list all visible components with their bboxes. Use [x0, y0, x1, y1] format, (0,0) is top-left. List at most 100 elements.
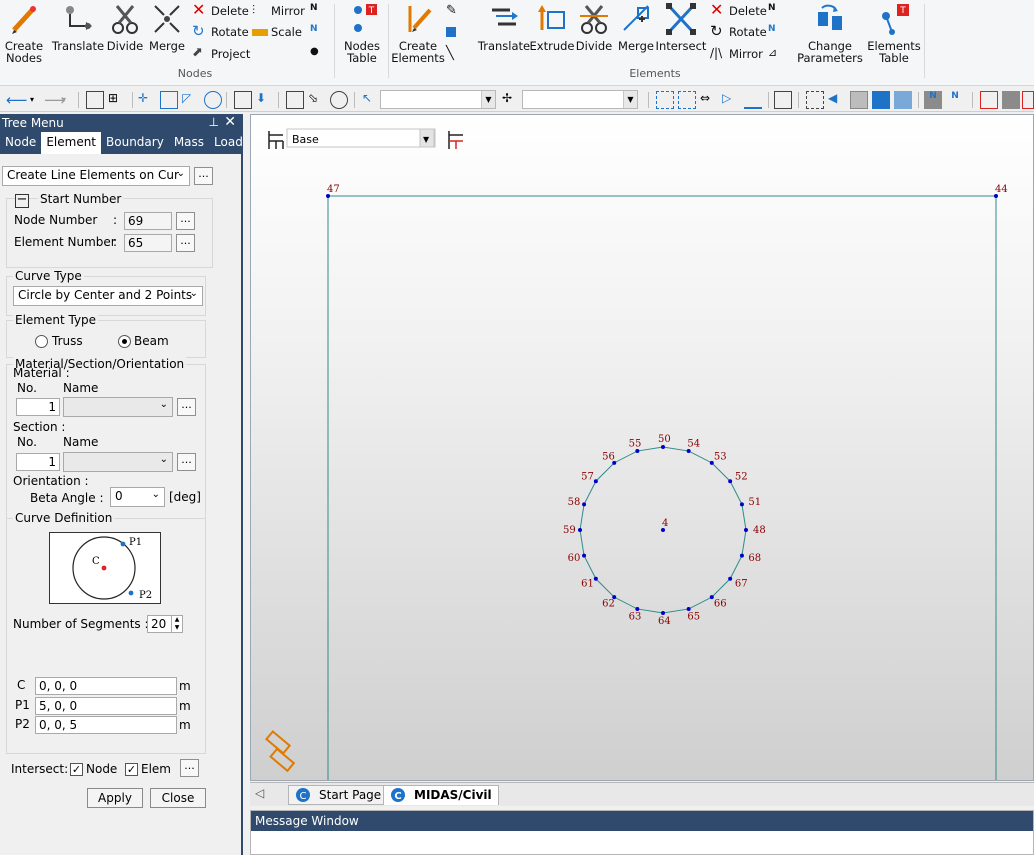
- node-point[interactable]: [635, 449, 640, 454]
- merge-elements-button[interactable]: Merge: [616, 2, 656, 52]
- elements-table-button[interactable]: T Elements Table: [866, 2, 922, 64]
- select-polygon-icon[interactable]: ◸: [182, 91, 200, 109]
- element-tool-c[interactable]: ⊿: [768, 44, 787, 64]
- tab-element[interactable]: Element: [41, 132, 102, 154]
- section-name-select[interactable]: ⌄: [63, 452, 173, 472]
- p1-field[interactable]: 5, 0, 0: [35, 697, 177, 715]
- model-canvas[interactable]: Base ▼ 47 44 48 51 52 53 54 50 55 56 57 58 59 60 61 62 6…: [251, 115, 1034, 781]
- redraw-icon[interactable]: [774, 91, 792, 109]
- node-point[interactable]: [582, 553, 587, 558]
- node-point[interactable]: [661, 611, 665, 615]
- unselect-all-icon[interactable]: [330, 91, 348, 109]
- mirror-nodes-button[interactable]: ⫶ Mirror: [252, 1, 305, 21]
- active-all-icon[interactable]: ⇔: [700, 91, 718, 109]
- node-point[interactable]: [728, 479, 733, 484]
- node-point[interactable]: [582, 502, 587, 507]
- unselect-window-icon[interactable]: ⬂: [308, 91, 326, 109]
- nodes-table-button[interactable]: T Nodes Table: [340, 2, 384, 64]
- model-viewport[interactable]: Base ▼ 47 44 48 51 52 53 54 50 55 56 57 58 59 60 61 62 6…: [250, 114, 1034, 781]
- node-point[interactable]: [593, 479, 598, 484]
- element-number-field[interactable]: 65: [124, 234, 172, 252]
- node-point[interactable]: [578, 528, 582, 532]
- snap-icon[interactable]: ⊞: [108, 91, 126, 109]
- node-tool-c[interactable]: ●: [310, 44, 329, 64]
- delete-nodes-button[interactable]: ✕ Delete: [192, 1, 249, 21]
- scale-nodes-button[interactable]: Scale: [252, 22, 302, 42]
- pin-icon[interactable]: ⊥: [209, 115, 219, 129]
- active-identity-icon[interactable]: [744, 91, 762, 109]
- collapse-icon[interactable]: −: [15, 193, 29, 208]
- grid-icon[interactable]: [86, 91, 104, 109]
- hidden-icon[interactable]: [850, 91, 868, 109]
- selection-filter-combo[interactable]: ▼: [380, 90, 496, 109]
- segments-field[interactable]: 20 ▲ ▼: [147, 615, 183, 633]
- perspective-icon[interactable]: ◀: [828, 91, 846, 109]
- activate-icon[interactable]: [656, 91, 674, 109]
- node-number-field[interactable]: 69: [124, 212, 172, 230]
- intersect-button[interactable]: Intersect: [656, 2, 706, 52]
- view-axis-icon[interactable]: [264, 730, 296, 773]
- element-number-toggle-icon[interactable]: N: [946, 91, 964, 109]
- lock-icon[interactable]: [1002, 91, 1020, 109]
- p2-field[interactable]: 0, 0, 5: [35, 716, 177, 734]
- merge-nodes-button[interactable]: Merge: [148, 2, 186, 52]
- translate-elements-button[interactable]: Translate: [478, 2, 530, 52]
- node-point[interactable]: [728, 576, 733, 581]
- tab-boundary[interactable]: Boundary: [101, 132, 169, 154]
- tab-load[interactable]: Load: [209, 132, 248, 154]
- element-tool-b[interactable]: N: [768, 22, 787, 42]
- element-edit-tool-c[interactable]: ╲: [446, 44, 465, 64]
- node-point[interactable]: [635, 606, 640, 611]
- delete-elements-button[interactable]: ✕ Delete: [710, 1, 767, 21]
- zoom-fit-icon[interactable]: [806, 91, 824, 109]
- project-nodes-button[interactable]: ⬈ Project: [192, 44, 250, 64]
- window-tool-icon[interactable]: [1022, 91, 1034, 109]
- layer-icon[interactable]: [268, 131, 284, 149]
- select-intersect-icon[interactable]: [204, 91, 222, 109]
- tab-midas-civil[interactable]: C MIDAS/Civil: [383, 785, 499, 805]
- close-icon[interactable]: ✕: [224, 114, 236, 130]
- shrink-icon[interactable]: [872, 91, 890, 109]
- rotate-elements-button[interactable]: ↻ Rotate: [710, 22, 767, 42]
- section-more-button[interactable]: ...: [177, 453, 196, 471]
- beta-angle-select[interactable]: 0 ⌄: [110, 487, 165, 507]
- node-point[interactable]: [739, 553, 744, 558]
- command-select[interactable]: Create Line Elements on Cur ⌄: [2, 166, 190, 186]
- undo-icon[interactable]: ⟵: [6, 91, 28, 109]
- element-tool-a[interactable]: N: [768, 1, 787, 21]
- node-number-toggle-icon[interactable]: N: [924, 91, 942, 109]
- section-number-field[interactable]: 1: [16, 453, 60, 471]
- divide-nodes-button[interactable]: Divide: [106, 2, 144, 52]
- change-parameters-button[interactable]: Change Parameters: [796, 2, 864, 64]
- rotate-nodes-button[interactable]: ↻ Rotate: [192, 22, 249, 42]
- node-point[interactable]: [686, 449, 691, 454]
- node-point[interactable]: [593, 576, 598, 581]
- node-tool-a[interactable]: N: [310, 1, 329, 21]
- material-name-select[interactable]: ⌄: [63, 397, 173, 417]
- beam-radio[interactable]: [118, 335, 131, 348]
- material-more-button[interactable]: ...: [177, 398, 196, 416]
- node-point[interactable]: [661, 445, 665, 449]
- deactivate-icon[interactable]: [678, 91, 696, 109]
- node-tool-b[interactable]: N: [310, 22, 329, 42]
- command-more-button[interactable]: ...: [194, 167, 213, 185]
- extrude-button[interactable]: Extrude: [530, 2, 575, 52]
- curve-type-select[interactable]: Circle by Center and 2 Points ⌄: [13, 286, 203, 306]
- node-number-more-button[interactable]: ...: [176, 212, 195, 230]
- truss-radio[interactable]: [35, 335, 48, 348]
- node-point[interactable]: [686, 606, 691, 611]
- tab-node[interactable]: Node: [0, 132, 41, 154]
- apply-button[interactable]: Apply: [87, 788, 143, 808]
- node-point[interactable]: [744, 528, 748, 532]
- intersect-elem-checkbox[interactable]: ✓: [125, 763, 138, 776]
- redo-icon[interactable]: ⟶: [44, 91, 66, 109]
- translate-nodes-button[interactable]: Translate: [52, 2, 104, 52]
- pointer-icon[interactable]: ↖: [362, 91, 380, 109]
- select-icon[interactable]: ✛: [138, 91, 156, 109]
- tab-mass[interactable]: Mass: [169, 132, 209, 154]
- mirror-elements-button[interactable]: /|\ Mirror: [710, 44, 763, 64]
- divide-elements-button[interactable]: Divide: [574, 2, 614, 52]
- pick-icon[interactable]: ✢: [502, 91, 520, 109]
- create-elements-button[interactable]: Create Elements: [391, 2, 445, 64]
- layer-tool-icon[interactable]: [448, 131, 463, 149]
